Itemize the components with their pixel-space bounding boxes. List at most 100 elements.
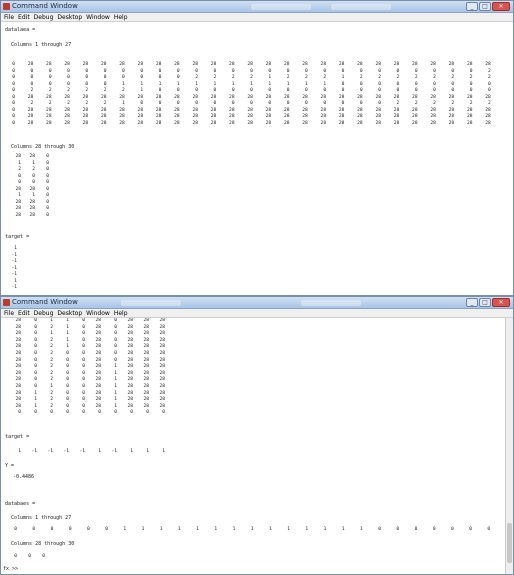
matrix-cell: 28 <box>412 114 418 119</box>
matrix-cell: 1 <box>341 75 345 80</box>
menu-debug[interactable]: Debug <box>34 13 54 21</box>
matrix-cell: 1 <box>114 364 117 370</box>
close-button[interactable]: ✕ <box>492 298 510 307</box>
matrix-cell: 2 <box>323 75 327 80</box>
menu-window[interactable]: Window <box>86 309 110 317</box>
matrix-cell: -1 <box>11 259 17 264</box>
matrix-cell: 28 <box>448 114 455 119</box>
matrix-cell: 28 <box>15 318 21 323</box>
matrix-cell: 0 <box>286 88 290 93</box>
matrix-cell: 28 <box>338 120 345 126</box>
menu-help[interactable]: Help <box>114 309 128 317</box>
menu-edit[interactable]: Edit <box>18 13 30 21</box>
matrix-cell: 0 <box>231 88 235 93</box>
minimize-button[interactable]: _ <box>466 2 478 11</box>
columns-label: Columns 28 through 30 <box>11 144 75 150</box>
matrix-cell: 0 <box>341 81 345 87</box>
title-bar[interactable]: Command Window _ □ ✕ <box>1 1 513 13</box>
matrix-cell: 28 <box>159 324 165 330</box>
matrix-cell: 28 <box>29 154 35 159</box>
matrix-cell: 0 <box>103 75 107 80</box>
menu-file[interactable]: File <box>4 309 14 317</box>
matrix-cell: 28 <box>95 403 101 409</box>
command-output[interactable]: 28 0 1 1 0 28 0 28 28 28 28 0 2 1 0 28 0 28 28 28 28 0 1 1 0 28 0 2… <box>1 318 505 574</box>
matrix-cell: 28 <box>210 62 217 67</box>
matrix-cell: 0 <box>32 180 35 185</box>
matrix-cell: 28 <box>15 324 21 330</box>
menu-debug[interactable]: Debug <box>34 309 54 317</box>
matrix-cell: 28 <box>143 397 149 403</box>
matrix-cell: 1 <box>18 449 21 454</box>
matrix-cell: 0 <box>82 384 85 389</box>
matrix-cell: 28 <box>375 114 381 119</box>
matrix-cell: 0 <box>414 68 418 74</box>
maximize-button[interactable]: □ <box>479 2 491 11</box>
matrix-cell: 2 <box>50 357 53 363</box>
matrix-cell: 0 <box>469 68 473 74</box>
matrix-cell: 0 <box>85 81 89 87</box>
matrix-cell: 0 <box>30 75 34 80</box>
matrix-cell: 0 <box>114 324 117 330</box>
matrix-cell: 28 <box>15 397 21 403</box>
matrix-cell: 28 <box>46 120 52 126</box>
matrix-cell: 2 <box>50 364 53 370</box>
matrix-cell: 28 <box>15 351 21 356</box>
matrix-cell: 28 <box>485 120 491 126</box>
matrix-cell: 2 <box>85 88 89 93</box>
menu-window[interactable]: Window <box>86 13 110 21</box>
matrix-cell: 0 <box>433 88 436 93</box>
matrix-cell: 28 <box>265 62 272 67</box>
menu-desktop[interactable]: Desktop <box>57 309 82 317</box>
matrix-cell: 0 <box>32 173 35 179</box>
matrix-cell: 0 <box>146 410 149 416</box>
matrix-cell: 1 <box>140 81 144 87</box>
scrollbar-thumb[interactable] <box>507 523 512 563</box>
minimize-button[interactable]: _ <box>466 298 478 307</box>
vertical-scrollbar[interactable] <box>505 318 513 574</box>
matrix-cell: 28 <box>119 107 125 113</box>
menu-file[interactable]: File <box>4 13 14 21</box>
matrix-cell: 28 <box>143 344 149 350</box>
matrix-cell: 2 <box>359 75 363 80</box>
title-bar[interactable]: Command Window _ □ ✕ <box>1 297 513 309</box>
matrix-cell: 0 <box>433 81 436 87</box>
menu-help[interactable]: Help <box>114 13 128 21</box>
matrix-cell: 0 <box>12 101 15 106</box>
matrix-cell: 1 <box>159 527 163 532</box>
matrix-cell: 1 <box>50 318 53 323</box>
matrix-cell: 28 <box>412 107 418 113</box>
matrix-cell: 0 <box>68 527 72 532</box>
matrix-cell: 28 <box>210 94 217 100</box>
matrix-cell: 0 <box>176 88 180 93</box>
matrix-cell: 28 <box>229 114 235 119</box>
matrix-cell: 1 <box>34 390 37 396</box>
matrix-cell: 0 <box>50 527 54 532</box>
matrix-cell: 28 <box>137 107 144 113</box>
close-button[interactable]: ✕ <box>492 2 510 11</box>
matrix-cell: 28 <box>430 114 436 119</box>
matrix-cell: 0 <box>46 167 49 172</box>
matrix-cell: 0 <box>46 212 49 218</box>
menu-edit[interactable]: Edit <box>18 309 30 317</box>
menu-bar: File Edit Debug Desktop Window Help <box>1 13 513 22</box>
matrix-cell: 0 <box>66 410 69 416</box>
matrix-cell: 0 <box>103 81 107 87</box>
matrix-cell: 0 <box>432 527 436 532</box>
maximize-button[interactable]: □ <box>479 298 491 307</box>
matrix-cell: 0 <box>87 527 90 532</box>
matrix-cell: 28 <box>95 344 101 350</box>
matrix-cell: 28 <box>357 107 363 113</box>
matrix-cell: 28 <box>29 206 35 211</box>
matrix-cell: 1 <box>18 160 21 166</box>
matrix-cell: 1 <box>232 527 236 532</box>
matrix-cell: 28 <box>393 94 400 100</box>
matrix-cell: 0 <box>268 88 272 93</box>
menu-desktop[interactable]: Desktop <box>57 13 82 21</box>
matrix-cell: 0 <box>12 94 15 100</box>
matrix-cell: 28 <box>119 114 125 119</box>
matrix-cell: 28 <box>127 390 133 396</box>
matrix-cell: 28 <box>338 94 345 100</box>
command-prompt[interactable]: fx >> <box>3 566 18 572</box>
command-output[interactable]: datalaea = Columns 1 through 27 0 28 28 28 2… <box>1 22 513 295</box>
matrix-cell: 1 <box>114 377 117 383</box>
